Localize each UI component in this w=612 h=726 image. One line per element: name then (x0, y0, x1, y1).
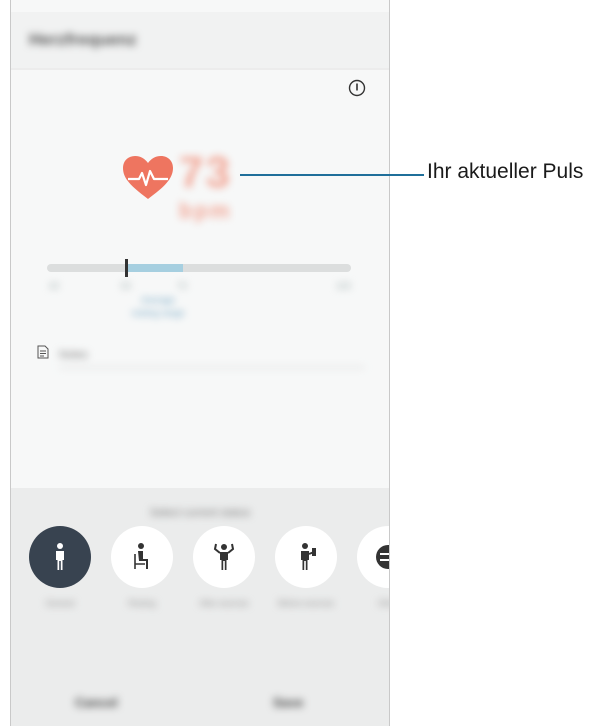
range-tick: 70 (177, 281, 188, 291)
annotation-line (240, 174, 424, 176)
heart-rate-icon (123, 156, 173, 199)
phone-screen: Herzfrequenz 73 bpm 40 50 70 100 Average… (10, 0, 390, 726)
range-tick: 50 (121, 281, 132, 291)
standing-person-icon (56, 543, 64, 570)
annotation-label: Ihr aktueller Puls (427, 160, 584, 183)
status-after-exercise-button[interactable] (193, 526, 255, 588)
flexing-person-icon (213, 543, 235, 570)
save-button[interactable]: Save (273, 695, 303, 710)
range-caption-line: resting range (131, 308, 185, 318)
sitting-person-icon (134, 543, 148, 569)
status-sheet-title: Select current status (149, 507, 251, 519)
page-title: Herzfrequenz (29, 30, 137, 49)
heart-rate-value: 73 bpm (179, 148, 295, 223)
status-general-button[interactable] (29, 526, 91, 588)
person-with-dumbbell-icon (301, 543, 316, 570)
range-caption-line: Average (141, 295, 175, 305)
range-track (47, 264, 351, 272)
partial-icon (376, 545, 389, 569)
current-rate-marker (125, 259, 128, 277)
heart-rate-unit: bpm (179, 198, 232, 223)
notes-icon (37, 345, 49, 359)
heart-rate-number: 73 (179, 148, 232, 197)
status-label: After exercise (199, 599, 249, 608)
status-resting-button[interactable] (111, 526, 173, 588)
app-bar-divider (11, 68, 389, 70)
status-label: Before exercise (278, 599, 334, 608)
range-tick: 40 (49, 281, 60, 291)
range-caption: Average resting range (107, 294, 209, 320)
status-label: Resting (128, 599, 156, 608)
cancel-button[interactable]: Cancel (75, 695, 118, 710)
app-bar: Herzfrequenz (11, 12, 389, 68)
status-label: General (45, 599, 75, 608)
status-label: Other (377, 599, 389, 608)
range-tick: 100 (336, 281, 352, 291)
info-icon[interactable] (348, 79, 366, 97)
average-range-fill (125, 264, 183, 272)
status-before-exercise-button[interactable] (275, 526, 337, 588)
notes-input[interactable] (59, 342, 365, 368)
